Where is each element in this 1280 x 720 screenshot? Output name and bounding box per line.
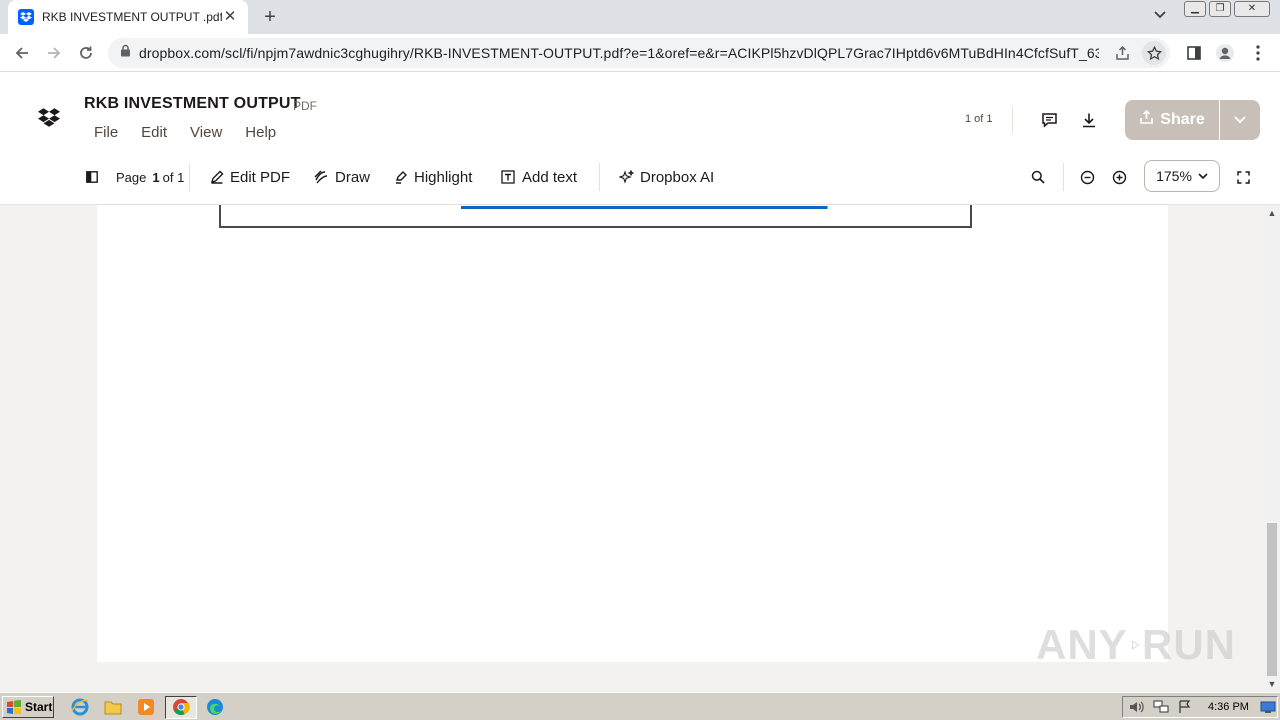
internet-explorer-icon[interactable] [70,697,90,717]
zoom-level-value: 175% [1156,168,1192,184]
menu-bar: File Edit View Help [94,124,276,141]
windows-logo-icon [7,700,21,714]
zoom-level-select[interactable]: 175% [1144,160,1220,192]
dropbox-logo-icon[interactable] [38,108,64,130]
play-logo-icon [1131,640,1139,650]
show-desktop-icon[interactable] [1259,697,1277,717]
menu-edit[interactable]: Edit [141,124,167,141]
action-center-flag-icon[interactable] [1175,697,1195,717]
page-suffix: of 1 [162,169,185,185]
edit-pdf-label: Edit PDF [230,168,291,186]
dropbox-header: RKB INVESTMENT OUTPUT PDF File Edit View… [0,72,1280,205]
menu-help[interactable]: Help [245,124,276,141]
search-icon[interactable] [1031,165,1045,189]
pdf-tools-bar: Page 1 of 1 Edit PDF Draw Highlight Add … [0,157,1280,197]
page-count: 1 of 1 [965,113,993,125]
vertical-scrollbar[interactable]: ▲ ▼ [1264,205,1280,692]
tools-divider [189,163,190,191]
url-text: dropbox.com/scl/fi/npjm7awdnic3cghugihry… [139,45,1099,61]
add-text-button[interactable]: Add text [501,165,577,189]
fullscreen-icon[interactable] [1237,165,1250,189]
thumbnail-panel-toggle-icon[interactable] [86,165,98,189]
address-bar[interactable]: dropbox.com/scl/fi/npjm7awdnic3cghugihry… [108,38,1170,68]
system-tray [1122,696,1278,718]
menu-view[interactable]: View [190,124,222,141]
lock-icon[interactable] [120,44,131,62]
close-window-icon[interactable]: ✕ [1234,1,1270,17]
pencil-icon [210,170,224,184]
document-title: RKB INVESTMENT OUTPUT [84,95,301,112]
taskbar-clock: 4:36 PM [1208,701,1249,713]
edit-pdf-button[interactable]: Edit PDF [210,165,290,189]
anyrun-watermark: ANY RUN [1036,610,1236,680]
page-current: 1 [152,169,160,185]
add-text-label: Add text [522,168,578,186]
menu-file[interactable]: File [94,124,118,141]
volume-icon[interactable] [1127,697,1147,717]
tab-search-chevron-icon[interactable] [1150,8,1170,26]
dropbox-favicon-icon [18,9,34,25]
tab-title: RKB INVESTMENT OUTPUT .pdf [42,10,222,24]
file-explorer-icon[interactable] [103,697,123,717]
scroll-down-arrow-icon[interactable]: ▼ [1264,676,1280,692]
header-divider [1012,106,1013,134]
view-documents-link[interactable]: VIEW DOCUMENTS [461,205,828,214]
highlight-label: Highlight [414,168,473,186]
sparkle-icon [619,169,634,184]
share-options-chevron-icon[interactable] [1220,100,1260,140]
back-arrow-icon[interactable] [10,41,34,65]
dropbox-ai-label: Dropbox AI [640,168,715,186]
document-link-box: VIEW DOCUMENTS [219,205,972,228]
zoom-in-icon[interactable] [1112,165,1127,189]
start-button[interactable]: Start [2,696,54,718]
pdf-viewer[interactable]: VIEW DOCUMENTS ANY RUN [0,205,1264,692]
comment-icon[interactable] [1038,109,1060,131]
forward-arrow-icon[interactable] [42,41,66,65]
dropbox-ai-button[interactable]: Dropbox AI [619,165,714,189]
watermark-text-left: ANY [1036,621,1128,668]
share-upload-icon [1139,109,1154,130]
media-player-icon[interactable] [136,697,156,717]
browser-tab[interactable]: RKB INVESTMENT OUTPUT .pdf ✕ [8,0,248,34]
reload-icon[interactable] [74,41,98,65]
side-panel-icon[interactable] [1182,41,1206,65]
profile-avatar-icon[interactable] [1213,41,1237,65]
scroll-up-arrow-icon[interactable]: ▲ [1264,205,1280,221]
download-icon[interactable] [1078,109,1100,131]
draw-button[interactable]: Draw [314,165,370,189]
highlight-button[interactable]: Highlight [394,165,472,189]
zoom-out-icon[interactable] [1080,165,1095,189]
restore-window-icon[interactable]: ❐ [1209,1,1231,17]
file-type-badge: PDF [293,99,317,113]
bookmark-star-icon[interactable] [1142,41,1166,65]
browser-toolbar: dropbox.com/scl/fi/npjm7awdnic3cghugihry… [0,34,1280,72]
windows-taskbar: Start 4:36 PM [0,692,1280,720]
share-button[interactable]: Share [1125,100,1219,140]
share-label: Share [1160,111,1205,128]
share-page-icon[interactable] [1110,41,1134,65]
scrollbar-thumb[interactable] [1267,523,1277,676]
page-prefix: Page [116,169,147,185]
edge-icon[interactable] [205,697,225,717]
network-icon[interactable] [1151,697,1171,717]
pdf-page: VIEW DOCUMENTS [97,205,1168,662]
new-tab-plus-icon[interactable]: + [258,7,282,29]
draw-icon [314,170,328,184]
tools-divider [599,163,600,191]
chevron-down-icon [1198,172,1208,179]
page-indicator[interactable]: Page 1 of 1 [116,165,184,189]
tab-close-icon[interactable]: ✕ [222,9,238,25]
tools-divider [1063,163,1064,191]
browser-menu-kebab-icon[interactable] [1246,41,1270,65]
add-text-icon [501,169,515,184]
chrome-icon [171,697,191,717]
highlighter-icon [396,171,407,184]
browser-tab-strip: RKB INVESTMENT OUTPUT .pdf ✕ + ▁ ❐ ✕ [0,0,1280,34]
start-label: Start [25,700,53,714]
minimize-window-icon[interactable]: ▁ [1184,1,1206,17]
watermark-text-right: RUN [1142,621,1236,668]
draw-label: Draw [335,168,371,186]
